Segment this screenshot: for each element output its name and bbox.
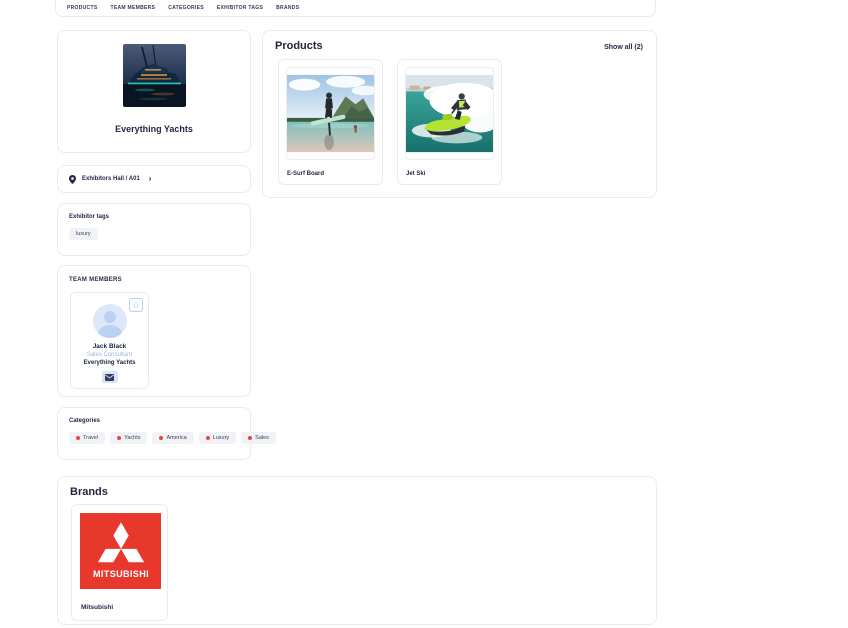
exhibitor-name: Everything Yachts xyxy=(58,124,250,134)
products-title: Products xyxy=(275,40,323,52)
team-members-card: TEAM MEMBERS ☆ Jack Black Sales Consulta… xyxy=(57,265,251,397)
avatar xyxy=(93,304,127,338)
member-role: Sales Consultant xyxy=(71,352,148,358)
email-button[interactable] xyxy=(102,371,118,383)
products-section: Products Show all (2) xyxy=(262,30,657,198)
category-tag: America xyxy=(152,432,193,444)
exhibitor-tags-card: Exhibitor tags luxury xyxy=(57,203,251,256)
brand-card-mitsubishi[interactable]: MITSUBISHI Mitsubishi xyxy=(71,504,168,621)
category-dot-icon xyxy=(248,436,252,440)
mitsubishi-logo-text: MITSUBISHI xyxy=(93,569,149,579)
tab-brands[interactable]: BRANDS xyxy=(276,5,299,11)
category-dot-icon xyxy=(206,436,210,440)
category-dot-icon xyxy=(159,436,163,440)
team-members-title: TEAM MEMBERS xyxy=(69,277,239,283)
chevron-right-icon[interactable]: › xyxy=(149,176,152,182)
tab-team-members[interactable]: TEAM MEMBERS xyxy=(110,5,155,11)
product-card-jet-ski[interactable]: Jet Ski xyxy=(397,59,502,185)
envelope-icon xyxy=(105,374,114,381)
tab-exhibitor-tags[interactable]: EXHIBITOR TAGS xyxy=(217,5,263,11)
exhibitor-logo-image xyxy=(123,44,186,107)
product-image xyxy=(405,67,494,160)
brand-name: Mitsubishi xyxy=(81,604,113,611)
section-nav: PRODUCTS TEAM MEMBERS CATEGORIES EXHIBIT… xyxy=(67,5,299,11)
favorite-star-icon[interactable]: ☆ xyxy=(129,298,143,312)
product-name: E-Surf Board xyxy=(287,171,324,177)
exhibitor-tags-title: Exhibitor tags xyxy=(69,214,239,220)
team-member-card[interactable]: ☆ Jack Black Sales Consultant Everything… xyxy=(70,292,149,389)
show-all-link[interactable]: Show all (2) xyxy=(604,44,643,51)
section-nav-bar: PRODUCTS TEAM MEMBERS CATEGORIES EXHIBIT… xyxy=(55,0,656,17)
product-image xyxy=(286,67,375,160)
categories-card: Categories Travel Yachts America Luxury … xyxy=(57,407,251,460)
brands-section: Brands MITSUBISHI Mitsubishi xyxy=(57,476,657,625)
member-company: Everything Yachts xyxy=(71,360,148,366)
tab-products[interactable]: PRODUCTS xyxy=(67,5,97,11)
category-tag: Travel xyxy=(69,432,105,444)
location-label: Exhibitors Hall / A01 xyxy=(82,176,140,182)
product-card-e-surf-board[interactable]: E-Surf Board xyxy=(278,59,383,185)
exhibitor-profile-page: PRODUCTS TEAM MEMBERS CATEGORIES EXHIBIT… xyxy=(0,0,848,628)
location-card[interactable]: Exhibitors Hall / A01 › xyxy=(57,165,251,193)
categories-list: Travel Yachts America Luxury Sales xyxy=(69,424,239,444)
member-name: Jack Black xyxy=(71,343,148,350)
location-pin-icon xyxy=(69,175,76,184)
category-tag: Sales xyxy=(241,432,276,444)
exhibitor-tag: luxury xyxy=(69,228,98,240)
category-tag: Luxury xyxy=(199,432,237,444)
category-dot-icon xyxy=(117,436,121,440)
products-list: E-Surf Board xyxy=(278,59,502,185)
category-dot-icon xyxy=(76,436,80,440)
product-name: Jet Ski xyxy=(406,171,425,177)
category-tag: Yachts xyxy=(110,432,147,444)
tab-categories[interactable]: CATEGORIES xyxy=(168,5,204,11)
brands-title: Brands xyxy=(70,486,108,498)
mitsubishi-logo: MITSUBISHI xyxy=(80,513,161,589)
exhibitor-logo-card: Everything Yachts xyxy=(57,30,251,153)
